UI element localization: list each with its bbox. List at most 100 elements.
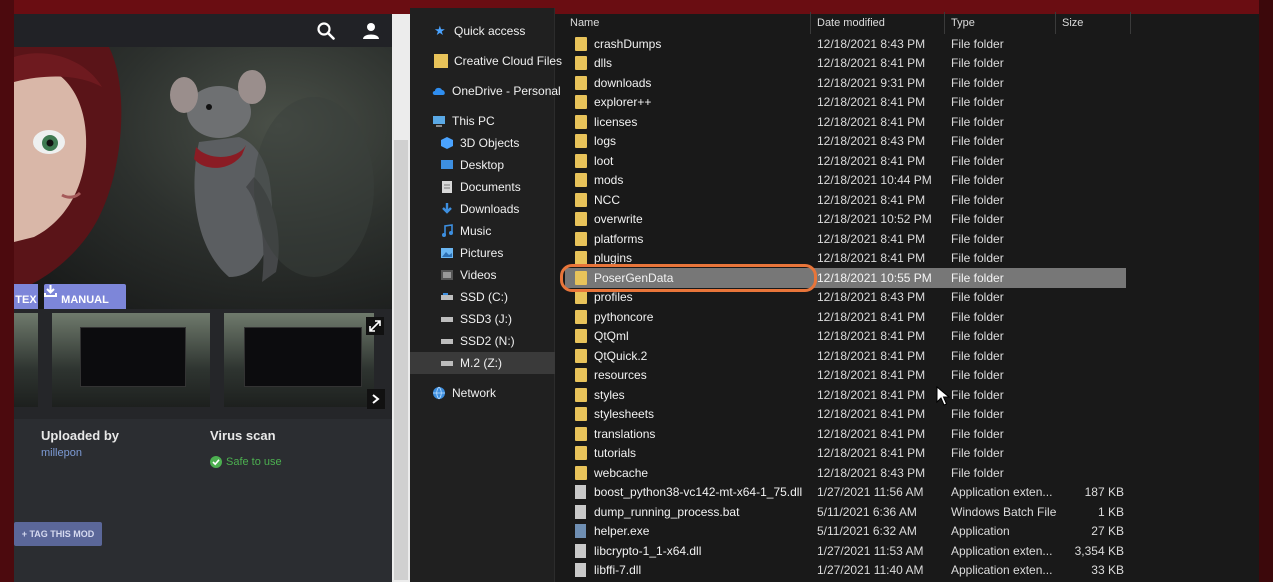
tag-this-mod-button[interactable]: + TAG THIS MOD bbox=[14, 522, 102, 546]
file-name: plugins bbox=[594, 251, 633, 266]
file-size-cell bbox=[1061, 463, 1124, 483]
file-row[interactable]: boost_python38-vc142-mt-x64-1_75.dll 1/27… bbox=[565, 483, 1126, 503]
file-row[interactable]: mods 12/18/2021 10:44 PM File folder bbox=[565, 171, 1126, 191]
file-row[interactable]: platforms 12/18/2021 8:41 PM File folder bbox=[565, 229, 1126, 249]
file-type-cell: File folder bbox=[951, 231, 1004, 246]
file-row[interactable]: downloads 12/18/2021 9:31 PM File folder bbox=[565, 73, 1126, 93]
file-row[interactable]: plugins 12/18/2021 8:41 PM File folder bbox=[565, 249, 1126, 269]
file-date-cell: 12/18/2021 9:31 PM bbox=[817, 75, 926, 90]
folder-icon bbox=[575, 426, 587, 441]
file-row[interactable]: overwrite 12/18/2021 10:52 PM File folder bbox=[565, 210, 1126, 230]
file-row[interactable]: PoserGenData 12/18/2021 10:55 PM File fold… bbox=[565, 268, 1126, 288]
file-name: tutorials bbox=[594, 446, 637, 461]
file-size-cell bbox=[1061, 327, 1124, 347]
file-row[interactable]: translations 12/18/2021 8:41 PM File folde… bbox=[565, 424, 1126, 444]
file-row[interactable]: crashDumps 12/18/2021 8:43 PM File folder bbox=[565, 34, 1126, 54]
manual-download-button[interactable]: MANUAL bbox=[44, 284, 126, 309]
nav-3d-objects[interactable]: 3D Objects bbox=[410, 132, 555, 154]
nav-documents[interactable]: Documents bbox=[410, 176, 555, 198]
nav-downloads[interactable]: Downloads bbox=[410, 198, 555, 220]
file-row[interactable]: helper.exe 5/11/2021 6:32 AM Application 27… bbox=[565, 522, 1126, 542]
gallery-thumbnail[interactable] bbox=[52, 313, 210, 407]
file-date-cell: 12/18/2021 8:41 PM bbox=[817, 95, 926, 110]
file-name-cell: loot bbox=[575, 151, 815, 171]
file-date-cell: 12/18/2021 8:43 PM bbox=[817, 290, 926, 305]
file-date-cell: 12/18/2021 8:41 PM bbox=[817, 387, 926, 402]
gallery-next-button[interactable] bbox=[367, 389, 385, 409]
nav-videos[interactable]: Videos bbox=[410, 264, 555, 286]
column-header-size[interactable]: Size bbox=[1057, 12, 1131, 34]
folder-icon bbox=[575, 270, 587, 285]
file-row[interactable]: logs 12/18/2021 8:43 PM File folder bbox=[565, 132, 1126, 152]
file-name: QtQuick.2 bbox=[594, 348, 648, 363]
music-icon bbox=[442, 224, 453, 237]
file-name: QtQml bbox=[594, 329, 629, 344]
file-row[interactable]: dump_running_process.bat 5/11/2021 6:36 A… bbox=[565, 502, 1126, 522]
file-name-cell: dump_running_process.bat bbox=[575, 502, 815, 522]
folder-icon bbox=[575, 465, 587, 480]
file-row[interactable]: NCC 12/18/2021 8:41 PM File folder bbox=[565, 190, 1126, 210]
nav-drive-n[interactable]: SSD2 (N:) bbox=[410, 330, 555, 352]
column-header-name[interactable]: Name bbox=[565, 12, 811, 34]
nav-music[interactable]: Music bbox=[410, 220, 555, 242]
folder-icon bbox=[575, 251, 587, 266]
nav-creative-cloud[interactable]: Creative Cloud Files bbox=[410, 50, 562, 72]
file-size-cell bbox=[1061, 34, 1124, 54]
file-type-cell: File folder bbox=[951, 56, 1004, 71]
expand-icon[interactable] bbox=[366, 317, 384, 335]
nav-network[interactable]: Network bbox=[410, 382, 555, 404]
file-row[interactable]: QtQml 12/18/2021 8:41 PM File folder bbox=[565, 327, 1126, 347]
gallery-thumbnail[interactable] bbox=[224, 313, 374, 407]
file-row[interactable]: resources 12/18/2021 8:41 PM File folder bbox=[565, 366, 1126, 386]
dll-file-icon bbox=[575, 485, 586, 500]
document-icon bbox=[442, 181, 452, 193]
nav-drive-c[interactable]: SSD (C:) bbox=[410, 286, 555, 308]
file-size-cell bbox=[1061, 288, 1124, 308]
file-row[interactable]: styles 12/18/2021 8:41 PM File folder bbox=[565, 385, 1126, 405]
desktop-icon bbox=[441, 160, 453, 169]
file-row[interactable]: libcrypto-1_1-x64.dll 1/27/2021 11:53 AM A… bbox=[565, 541, 1126, 561]
file-date-cell: 12/18/2021 10:52 PM bbox=[817, 212, 932, 227]
file-row[interactable]: stylesheets 12/18/2021 8:41 PM File folder bbox=[565, 405, 1126, 425]
file-row[interactable]: tutorials 12/18/2021 8:41 PM File folder bbox=[565, 444, 1126, 464]
file-name-cell: downloads bbox=[575, 73, 815, 93]
file-date-cell: 12/18/2021 8:41 PM bbox=[817, 407, 926, 422]
file-row[interactable]: dlls 12/18/2021 8:41 PM File folder bbox=[565, 54, 1126, 74]
column-header-type[interactable]: Type bbox=[946, 12, 1056, 34]
file-row[interactable]: webcache 12/18/2021 8:43 PM File folder bbox=[565, 463, 1126, 483]
nav-drive-z[interactable]: M.2 (Z:) bbox=[410, 352, 555, 374]
tex-button[interactable]: TEX bbox=[14, 284, 38, 309]
search-icon[interactable] bbox=[317, 22, 335, 40]
file-size-cell bbox=[1061, 229, 1124, 249]
gallery-thumbnail[interactable] bbox=[14, 313, 38, 407]
file-date-cell: 12/18/2021 10:44 PM bbox=[817, 173, 932, 188]
picture-icon bbox=[441, 248, 453, 258]
nav-this-pc[interactable]: This PC bbox=[410, 110, 555, 132]
file-row[interactable]: loot 12/18/2021 8:41 PM File folder bbox=[565, 151, 1126, 171]
file-row[interactable]: libffi-7.dll 1/27/2021 11:40 AM Applicatio… bbox=[565, 561, 1126, 581]
file-row[interactable]: licenses 12/18/2021 8:41 PM File folder bbox=[565, 112, 1126, 132]
folder-icon bbox=[575, 290, 587, 305]
file-size-cell: 3,354 KB bbox=[1074, 543, 1124, 558]
nav-pictures[interactable]: Pictures bbox=[410, 242, 555, 264]
user-account-icon[interactable] bbox=[362, 22, 380, 40]
file-row[interactable]: profiles 12/18/2021 8:43 PM File folder bbox=[565, 288, 1126, 308]
file-name: dlls bbox=[594, 56, 613, 71]
file-row[interactable]: QtQuick.2 12/18/2021 8:41 PM File folder bbox=[565, 346, 1126, 366]
file-date-cell: 12/18/2021 8:41 PM bbox=[817, 231, 926, 246]
file-row[interactable]: explorer++ 12/18/2021 8:41 PM File folder bbox=[565, 93, 1126, 113]
file-name-cell: platforms bbox=[575, 229, 815, 249]
file-name: profiles bbox=[594, 290, 633, 305]
nav-desktop[interactable]: Desktop bbox=[410, 154, 555, 176]
column-header-date[interactable]: Date modified bbox=[812, 12, 945, 34]
uploader-link[interactable]: millepon bbox=[41, 447, 82, 459]
file-row[interactable]: pythoncore 12/18/2021 8:41 PM File folder bbox=[565, 307, 1126, 327]
nav-onedrive[interactable]: OneDrive - Personal bbox=[410, 80, 561, 102]
image-gallery bbox=[14, 309, 392, 419]
nav-drive-j[interactable]: SSD3 (J:) bbox=[410, 308, 555, 330]
file-name: styles bbox=[594, 387, 625, 402]
folder-icon bbox=[575, 368, 587, 383]
scrollbar-thumb[interactable] bbox=[394, 140, 408, 580]
nav-quick-access[interactable]: ★ Quick access bbox=[410, 20, 555, 42]
file-name-cell: helper.exe bbox=[575, 522, 815, 542]
